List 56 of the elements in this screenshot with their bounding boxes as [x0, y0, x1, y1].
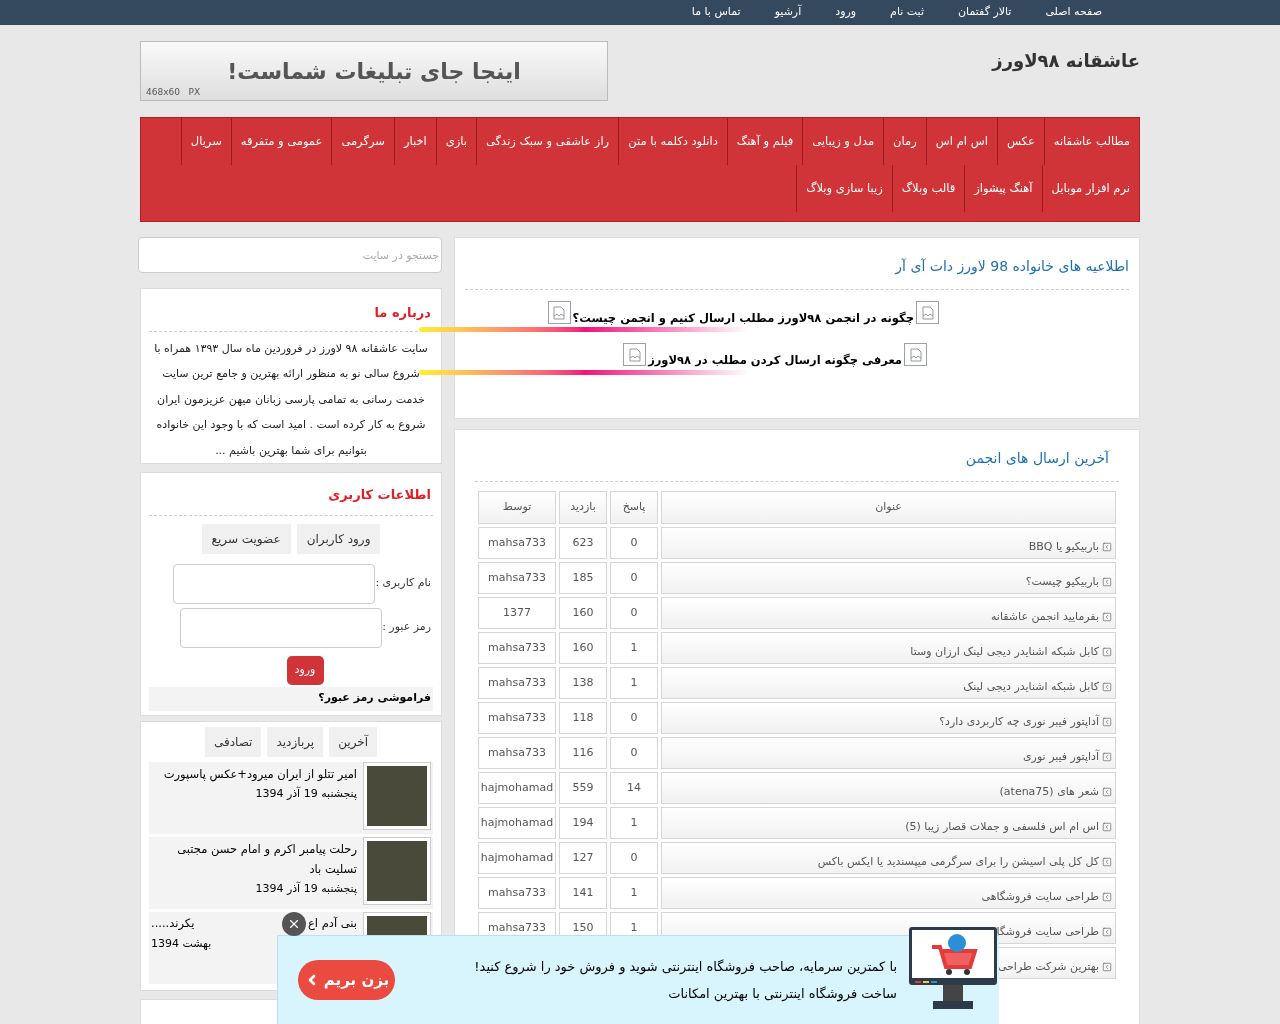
table-cell: 0: [610, 597, 658, 629]
forum-title: آخرین ارسال های انجمن: [964, 449, 1111, 469]
table-cell: mahsa733: [478, 527, 556, 559]
table-cell: mahsa733: [478, 667, 556, 699]
table-cell: 623: [559, 527, 607, 559]
table-cell: 194: [559, 807, 607, 839]
table-cell: mahsa733: [478, 737, 556, 769]
about-paragraph: سایت عاشقانه ۹۸ لاورز در فروردین ماه سال ۱۳۹۳ همراه با شروع سالی نو به منظور ارائه بهترین و جامع ترین سایت خدمت رسانی به تمامی پارسی زبانان میهن عزیزمون ایران شروع به کار کرده است . امید است که با وجود این خانواده بتوانیم برای شما بهترین باشیم ...: [153, 340, 429, 459]
table-cell: 559: [559, 772, 607, 804]
column-header: عنوان: [661, 491, 1116, 524]
table-cell: 14: [610, 772, 658, 804]
table-cell: hajmohamad: [478, 807, 556, 839]
table-cell: 0: [610, 737, 658, 769]
table-cell: 118: [559, 702, 607, 734]
column-header: پاسخ: [610, 491, 658, 524]
promo-text: با کمترین سرمایه، صاحب فروشگاه اینترنتی شوید و فروش خود را شروع کنید!: [474, 957, 897, 976]
table-cell: mahsa733: [478, 632, 556, 664]
ad-size-label: 468x60 PX: [146, 85, 201, 99]
column-header: توسط: [478, 491, 556, 524]
table-cell: 1377: [478, 597, 556, 629]
promo-text: ساخت فروشگاه اینترنتی با بهترین امکانات: [667, 985, 897, 1004]
table-cell: hajmohamad: [478, 842, 556, 874]
announcements-title: اطلاعیه های خانواده 98 لاورز دات آی آر: [893, 257, 1129, 277]
table-cell: 160: [559, 597, 607, 629]
table-cell: 138: [559, 667, 607, 699]
table-cell: 0: [610, 527, 658, 559]
about-title: درباره ما: [373, 304, 432, 322]
post-title: رحلت پیامبر اکرم و امام حسن مجتبی تسلیت باد: [176, 840, 357, 878]
table-cell: mahsa733: [478, 877, 556, 909]
table-cell: 141: [559, 877, 607, 909]
post-date: پنجشنبه 19 آذر 1394: [254, 785, 357, 802]
table-cell: 1: [610, 632, 658, 664]
table-cell: 0: [610, 562, 658, 594]
table-cell: mahsa733: [478, 562, 556, 594]
table-cell: 127: [559, 842, 607, 874]
post-title: امیر تتلو از ایران میرود+عکس پاسپورت: [163, 765, 357, 784]
post-date: بهشت 1394: [151, 935, 212, 952]
ad-text: اینجا جای تبلیغات شماست!: [227, 57, 521, 86]
post-date: پنجشنبه 19 آذر 1394: [254, 880, 357, 897]
table-cell: 0: [610, 702, 658, 734]
site-title: عاشقانه ۹۸لاورز: [992, 49, 1140, 74]
field-label: نام کاربری :: [375, 575, 431, 592]
table-cell: 1: [610, 877, 658, 909]
field-label: رمز عبور :: [382, 619, 431, 636]
table-cell: 185: [559, 562, 607, 594]
table-cell: 116: [559, 737, 607, 769]
table-cell: 160: [559, 632, 607, 664]
table-cell: hajmohamad: [478, 772, 556, 804]
post-title: یکرند.....: [151, 914, 195, 932]
table-cell: 1: [610, 807, 658, 839]
table-cell: 0: [610, 842, 658, 874]
user-info-title: اطلاعات کاربری: [327, 486, 432, 504]
post-title: بنی آدم اع: [307, 914, 357, 932]
table-cell: 1: [610, 667, 658, 699]
column-header: بازدید: [559, 491, 607, 524]
table-cell: mahsa733: [478, 702, 556, 734]
